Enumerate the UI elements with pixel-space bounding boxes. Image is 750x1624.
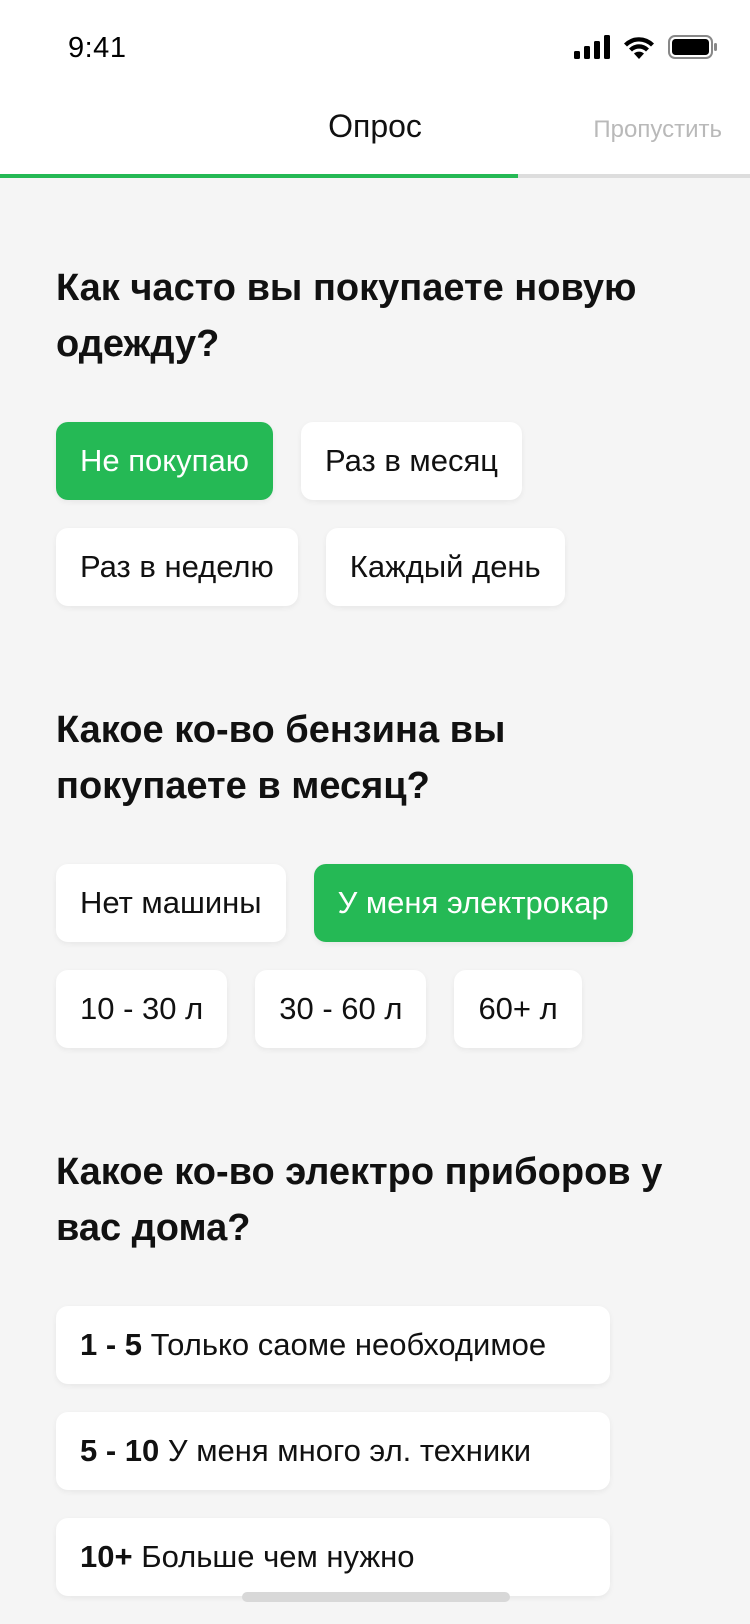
option-chip[interactable]: 10 - 30 л bbox=[56, 970, 228, 1048]
option-chip[interactable]: Не покупаю bbox=[56, 422, 273, 500]
question-title: Какое ко-во бензина вы покупаете в месяц… bbox=[56, 709, 506, 807]
battery-icon bbox=[668, 35, 717, 59]
option-range: 5 - 10 bbox=[80, 1433, 160, 1468]
option-row[interactable]: 10+ Больше чем нужно bbox=[56, 1518, 610, 1596]
option-chip[interactable]: 30 - 60 л bbox=[255, 970, 427, 1048]
signal-icon bbox=[574, 35, 610, 59]
question-block-appliances: Какое ко-во электро приборов у вас дома?… bbox=[56, 1144, 716, 1596]
options-group: Нет машины У меня электрокар 10 - 30 л 3… bbox=[56, 864, 716, 1048]
option-chip[interactable]: Каждый день bbox=[325, 528, 565, 606]
skip-button[interactable]: Пропустить bbox=[593, 116, 722, 144]
header: Опрос Пропустить bbox=[0, 92, 750, 178]
status-bar: 9:41 bbox=[0, 0, 750, 92]
survey-content: Как часто вы покупаете новую одежду? Не … bbox=[56, 176, 716, 1596]
option-row[interactable]: 5 - 10 У меня много эл. техники bbox=[56, 1412, 610, 1490]
option-chip[interactable]: Раз в месяц bbox=[300, 422, 523, 500]
question-block-clothes: Как часто вы покупаете новую одежду? Не … bbox=[56, 260, 716, 606]
status-icons bbox=[574, 34, 718, 60]
question-block-fuel: Какое ко-во бензина вы покупаете в месяц… bbox=[56, 702, 716, 1048]
survey-screen: 9:41 Опрос Пропустить Как часто вы покуп… bbox=[0, 0, 750, 1624]
question-title: Как часто вы покупаете новую одежду? bbox=[56, 267, 637, 365]
status-time: 9:41 bbox=[68, 32, 127, 64]
options-group: Не покупаю Раз в месяц Раз в неделю Кажд… bbox=[56, 422, 716, 606]
option-label: У меня много эл. техники bbox=[167, 1433, 532, 1468]
question-title: Какое ко-во электро приборов у вас дома? bbox=[56, 1151, 663, 1249]
option-chip[interactable]: У меня электрокар bbox=[313, 864, 633, 942]
home-indicator bbox=[242, 1592, 510, 1602]
option-range: 1 - 5 bbox=[80, 1327, 143, 1362]
option-chip[interactable]: Раз в неделю bbox=[56, 528, 298, 606]
option-chip[interactable]: 60+ л bbox=[454, 970, 582, 1048]
option-label: Только саоме необходимое bbox=[150, 1327, 547, 1362]
options-list: 1 - 5 Только саоме необходимое 5 - 10 У … bbox=[56, 1306, 716, 1596]
option-row[interactable]: 1 - 5 Только саоме необходимое bbox=[56, 1306, 610, 1384]
option-label: Больше чем нужно bbox=[141, 1539, 415, 1574]
wifi-icon bbox=[624, 37, 654, 59]
option-range: 10+ bbox=[80, 1539, 133, 1574]
option-chip[interactable]: Нет машины bbox=[56, 864, 286, 942]
